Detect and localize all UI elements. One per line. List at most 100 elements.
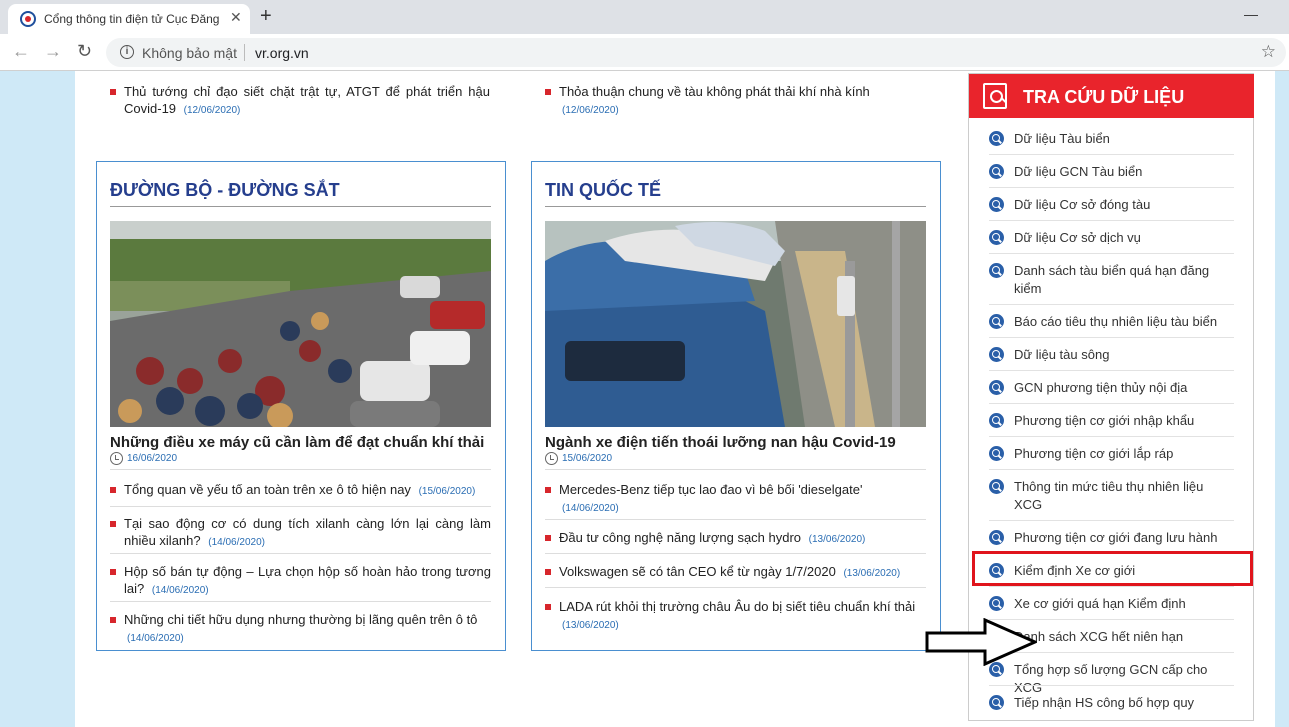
lookup-link-label[interactable]: Tổng hợp số lượng GCN cấp cho XCG [1014,661,1234,697]
lookup-link-label[interactable]: Tiếp nhận HS công bố hợp quy [1014,694,1234,712]
divider [989,685,1234,686]
news-item[interactable]: Tổng quan về yếu tố an toàn trên xe ô tô… [110,481,491,500]
divider [110,601,491,602]
motorbike-traffic-image[interactable] [110,221,491,427]
divider [989,469,1234,470]
lookup-link-label[interactable]: Dữ liệu Tàu biển [1014,130,1234,148]
forward-button[interactable]: → [44,41,62,62]
lookup-link-label[interactable]: Phương tiện cơ giới đang lưu hành [1014,529,1234,547]
news-date: (14/06/2020) [151,585,209,596]
lookup-link-label[interactable]: Danh sách XCG hết niên hạn [1014,628,1234,646]
news-title[interactable]: Thủ tướng chỉ đạo siết chặt trật tự, ATG… [124,84,490,116]
news-item[interactable]: Mercedes-Benz tiếp tục lao đao vì bê bối… [545,481,926,517]
news-item[interactable]: Hộp số bán tự động – Lựa chọn hộp số hoà… [110,563,491,599]
site-favicon-icon [20,11,36,27]
title-divider [110,206,491,207]
feature-date: 15/06/2020 [562,453,613,465]
section-title[interactable]: ĐƯỜNG BỘ - ĐƯỜNG SẮT [110,180,340,201]
lookup-link-label[interactable]: GCN phương tiện thủy nội địa [1014,379,1234,397]
news-title[interactable]: LADA rút khỏi thị trường châu Âu do bị s… [559,599,915,614]
lookup-link-label[interactable]: Dữ liệu GCN Tàu biển [1014,163,1234,181]
feature-date-row: 16/06/2020 [110,452,177,465]
news-date: (14/06/2020) [208,537,265,548]
search-icon [989,530,1004,545]
news-item[interactable]: Những chi tiết hữu dụng nhưng thường bị … [110,611,491,647]
search-icon [989,695,1004,710]
feature-date: 16/06/2020 [127,453,178,465]
browser-tab[interactable]: Cổng thông tin điện tử Cục Đăng kiểm Việ… [8,4,250,34]
electric-cars-image[interactable] [545,221,926,427]
panel-header: TRA CỨU DỮ LIỆU [969,74,1254,118]
bookmark-star-icon[interactable]: ☆ [1261,42,1276,62]
search-icon [989,131,1004,146]
lookup-link-label[interactable]: Dữ liệu Cơ sở dịch vụ [1014,229,1234,247]
news-date: (14/06/2020) [127,633,184,644]
divider [989,586,1234,587]
news-item[interactable]: Đầu tư công nghệ năng lượng sạch hydro (… [545,529,926,548]
feature-date-row: 15/06/2020 [545,452,612,465]
info-icon[interactable]: i [120,45,134,59]
arrow-right-icon [925,618,1037,666]
news-date: (15/06/2020) [418,486,476,497]
close-tab-icon[interactable]: ✕ [230,9,242,26]
url-divider [244,44,245,61]
news-item[interactable]: Volkswagen sẽ có tân CEO kể từ ngày 1/7/… [545,563,926,582]
clock-icon [110,452,123,465]
news-title[interactable]: Thỏa thuận chung về tàu không phát thải … [559,84,870,99]
tab-strip: Cổng thông tin điện tử Cục Đăng kiểm Việ… [0,0,1289,34]
search-icon [989,596,1004,611]
security-status[interactable]: Không bảo mật [142,45,237,61]
search-icon [989,347,1004,362]
url-text[interactable]: vr.org.vn [255,45,309,61]
divider [989,253,1234,254]
news-item[interactable]: Thỏa thuận chung về tàu không phát thải … [545,83,926,119]
lookup-link-label[interactable]: Phương tiện cơ giới lắp ráp [1014,445,1234,463]
lookup-link-label[interactable]: Xe cơ giới quá hạn Kiểm định [1014,595,1234,613]
news-date: (13/06/2020) [843,568,901,579]
news-date: (12/06/2020) [562,105,619,116]
panel-title: TRA CỨU DỮ LIỆU [1023,87,1185,107]
tab-title: Cổng thông tin điện tử Cục Đăng kiểm Việ… [44,12,222,26]
divider [989,154,1234,155]
news-title[interactable]: Mercedes-Benz tiếp tục lao đao vì bê bối… [559,482,862,497]
divider [545,469,926,470]
divider [989,304,1234,305]
divider [989,337,1234,338]
title-divider [545,206,926,207]
lookup-link-label[interactable]: Danh sách tàu biển quá hạn đăng kiểm [1014,262,1234,298]
new-tab-button[interactable]: + [260,5,272,28]
lookup-link-label[interactable]: Báo cáo tiêu thụ nhiên liệu tàu biển [1014,313,1234,331]
minimize-icon[interactable]: — [1244,6,1258,22]
news-date: (14/06/2020) [562,503,619,514]
divider [545,587,926,588]
news-date: (12/06/2020) [183,105,241,116]
divider [545,519,926,520]
lookup-link-label[interactable]: Dữ liệu tàu sông [1014,346,1234,364]
news-item[interactable]: Thủ tướng chỉ đạo siết chặt trật tự, ATG… [110,83,490,119]
news-title[interactable]: Những chi tiết hữu dụng nhưng thường bị … [124,612,477,627]
search-icon [989,479,1004,494]
lookup-link-label[interactable]: Phương tiện cơ giới nhập khẩu [1014,412,1234,430]
search-icon [989,446,1004,461]
lookup-link-label[interactable]: Thông tin mức tiêu thụ nhiên liệu XCG [1014,478,1234,514]
feature-article-title[interactable]: Ngành xe điện tiến thoái lưỡng nan hậu C… [545,434,896,451]
news-item[interactable]: LADA rút khỏi thị trường châu Âu do bị s… [545,598,926,634]
divider [989,220,1234,221]
divider [545,553,926,554]
feature-article-title[interactable]: Những điều xe máy cũ cần làm để đạt chuẩ… [110,434,484,451]
news-title[interactable]: Tổng quan về yếu tố an toàn trên xe ô tô… [124,482,411,497]
lookup-link-label[interactable]: Dữ liệu Cơ sở đóng tàu [1014,196,1234,214]
news-title[interactable]: Đầu tư công nghệ năng lượng sạch hydro [559,530,801,545]
section-title[interactable]: TIN QUỐC TẾ [545,180,661,201]
reload-button[interactable]: ↻ [77,41,92,62]
search-icon [989,230,1004,245]
news-title[interactable]: Volkswagen sẽ có tân CEO kể từ ngày 1/7/… [559,564,836,579]
back-button[interactable]: ← [12,41,30,62]
news-date: (13/06/2020) [562,620,619,631]
search-icon [989,197,1004,212]
news-title[interactable]: Tại sao động cơ có dung tích xilanh càng… [124,516,491,548]
address-bar[interactable]: i Không bảo mật vr.org.vn ☆ [106,38,1286,67]
search-icon [989,380,1004,395]
divider [110,506,491,507]
news-item[interactable]: Tại sao động cơ có dung tích xilanh càng… [110,515,491,551]
